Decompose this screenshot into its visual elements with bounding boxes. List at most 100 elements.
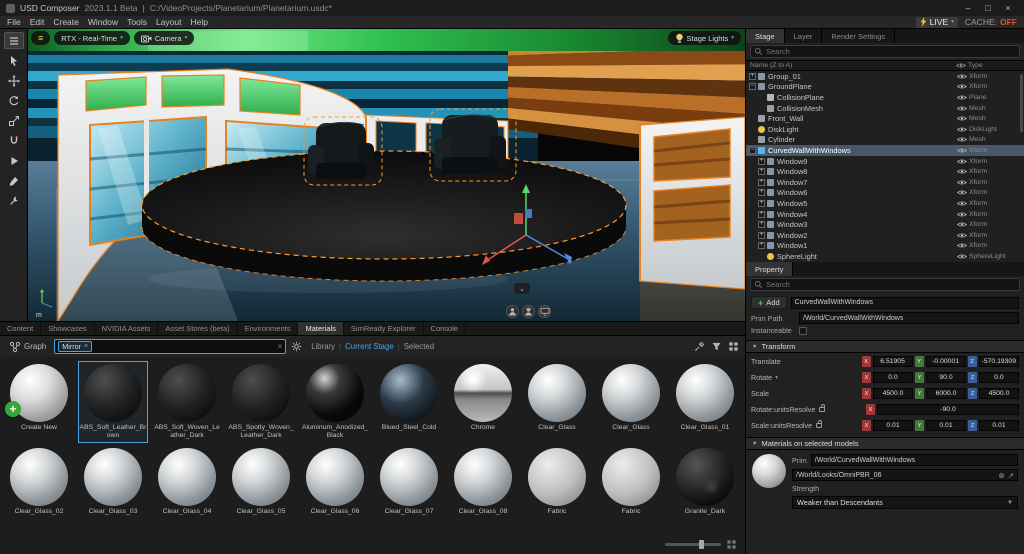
- material-card-fabric[interactable]: Fabric: [522, 445, 592, 527]
- material-card-clear-glass-02[interactable]: Clear_Glass_02: [4, 445, 74, 527]
- tab-asset-stores-beta[interactable]: Asset Stores (beta): [158, 322, 238, 335]
- material-card-fabric[interactable]: Fabric: [596, 445, 666, 527]
- axis-orientation-gizmo[interactable]: [34, 283, 58, 309]
- stage-platform[interactable]: [141, 150, 627, 282]
- goto-material-icon[interactable]: ↗: [1008, 471, 1014, 480]
- stage-lights-dropdown[interactable]: Stage Lights ▾: [667, 31, 741, 45]
- snap-tool-button[interactable]: [4, 132, 24, 149]
- menu-item-file[interactable]: File: [7, 17, 21, 27]
- search-tag-chip[interactable]: Mirror ×: [58, 341, 93, 352]
- value-field[interactable]: 90.0: [926, 372, 966, 383]
- prim-name-field[interactable]: CurvedWallWithWindows: [790, 296, 1019, 309]
- user-presence-button[interactable]: [506, 305, 519, 318]
- close-button[interactable]: ×: [998, 0, 1018, 16]
- clear-search-icon[interactable]: ×: [278, 342, 283, 351]
- eyedropper-icon[interactable]: [694, 341, 705, 352]
- scale-tool-button[interactable]: [4, 112, 24, 129]
- tree-row-groundplane[interactable]: − GroundPlane Xform: [746, 82, 1024, 93]
- tab-console[interactable]: Console: [424, 322, 467, 335]
- visibility-eye-icon[interactable]: [955, 83, 969, 90]
- maximize-button[interactable]: □: [978, 0, 998, 16]
- viewport[interactable]: ≡ RTX - Real-Time ▾ Camera ▾ Stage Light…: [28, 29, 745, 321]
- material-card-clear-glass-01[interactable]: Clear_Glass_01: [670, 361, 740, 443]
- tree-row-front-wall[interactable]: Front_Wall Mesh: [746, 113, 1024, 124]
- material-card-clear-glass[interactable]: Clear_Glass: [522, 361, 592, 443]
- tree-row-spherelight[interactable]: SphereLight SphereLight: [746, 251, 1024, 262]
- remove-tag-icon[interactable]: ×: [84, 343, 88, 350]
- voice-chat-button[interactable]: [522, 305, 535, 318]
- material-card-clear-glass-04[interactable]: Clear_Glass_04: [152, 445, 222, 527]
- slider-knob[interactable]: [699, 540, 704, 549]
- menu-tool-button[interactable]: [3, 32, 24, 49]
- graph-button[interactable]: Graph: [6, 341, 49, 353]
- move-tool-button[interactable]: [4, 72, 24, 89]
- value-field[interactable]: 0.0: [979, 372, 1019, 383]
- live-sync-button[interactable]: LIVE ▾: [915, 16, 958, 28]
- expander-icon[interactable]: +: [758, 242, 765, 250]
- rotate-order-dropdown-icon[interactable]: ▾: [775, 375, 778, 381]
- paint-tool-button[interactable]: [4, 172, 24, 189]
- visibility-eye-icon[interactable]: [955, 115, 969, 122]
- materials-search-field[interactable]: Mirror × ×: [54, 339, 287, 354]
- tree-row-collisionplane[interactable]: CollisionPlane Plane: [746, 92, 1024, 103]
- tab-stage[interactable]: Stage: [746, 29, 785, 43]
- expander-icon[interactable]: +: [758, 210, 765, 218]
- visibility-eye-icon[interactable]: [955, 200, 969, 207]
- tab-simready-explorer[interactable]: SimReady Explorer: [344, 322, 424, 335]
- tree-row-window9[interactable]: + Window9 Xform: [746, 156, 1024, 167]
- camera-dropdown[interactable]: Camera ▾: [133, 31, 195, 45]
- material-card-clear-glass-07[interactable]: Clear_Glass_07: [374, 445, 444, 527]
- renderer-dropdown[interactable]: RTX - Real-Time ▾: [54, 31, 130, 45]
- menu-item-layout[interactable]: Layout: [156, 17, 182, 27]
- property-search-input[interactable]: [766, 280, 1016, 289]
- material-card-clear-glass-08[interactable]: Clear_Glass_08: [448, 445, 518, 527]
- filter-link-library[interactable]: Library: [311, 342, 335, 351]
- tree-row-disklight[interactable]: DiskLight DiskLight: [746, 124, 1024, 135]
- visibility-eye-icon[interactable]: [955, 94, 969, 101]
- expander-icon[interactable]: +: [758, 221, 765, 229]
- visibility-eye-icon[interactable]: [955, 136, 969, 143]
- visibility-eye-icon[interactable]: [955, 73, 969, 80]
- expander-icon[interactable]: +: [758, 231, 765, 239]
- visibility-eye-icon[interactable]: [955, 179, 969, 186]
- viewport-3d-scene[interactable]: [28, 29, 745, 321]
- tab-nvidia-assets[interactable]: NVIDIA Assets: [95, 322, 159, 335]
- tree-row-window1[interactable]: + Window1 Xform: [746, 241, 1024, 252]
- thumbnail-size-slider[interactable]: [665, 540, 721, 549]
- value-field[interactable]: -0.00001: [925, 356, 966, 367]
- material-card-chrome[interactable]: Chrome: [448, 361, 518, 443]
- tree-row-cylinder[interactable]: Cylinder Mesh: [746, 135, 1024, 146]
- material-card-abs-soft-woven-leather-dark[interactable]: ABS_Soft_Woven_Leather_Dark: [152, 361, 222, 443]
- value-field[interactable]: 0.0: [873, 372, 913, 383]
- expander-icon[interactable]: +: [758, 168, 765, 176]
- viewport-collapse-chevron[interactable]: ⌄: [514, 283, 530, 294]
- visibility-eye-icon[interactable]: [955, 189, 969, 196]
- tab-property[interactable]: Property: [746, 262, 794, 276]
- tab-render-settings[interactable]: Render Settings: [822, 29, 896, 43]
- value-field[interactable]: 0.01: [873, 420, 913, 431]
- settings-gear-icon[interactable]: [291, 341, 302, 352]
- armchair-left[interactable]: [308, 121, 374, 179]
- tree-row-group-01[interactable]: + Group_01 Xform: [746, 71, 1024, 82]
- material-card-create-new[interactable]: + Create New: [4, 361, 74, 443]
- wrench-tool-button[interactable]: [4, 192, 24, 209]
- tab-showcases[interactable]: Showcases: [41, 322, 95, 335]
- tab-content[interactable]: Content: [0, 322, 42, 335]
- material-card-clear-glass-05[interactable]: Clear_Glass_05: [226, 445, 296, 527]
- grid-view-icon[interactable]: [728, 341, 739, 352]
- menu-item-create[interactable]: Create: [53, 17, 79, 27]
- visibility-eye-icon[interactable]: [955, 253, 969, 260]
- armchair-right[interactable]: [434, 114, 506, 174]
- transform-section-header[interactable]: ▼ Transform: [746, 340, 1024, 353]
- expander-icon[interactable]: +: [758, 199, 765, 207]
- expander-icon[interactable]: −: [749, 146, 756, 154]
- value-field[interactable]: 6.51905: [872, 356, 913, 367]
- filter-link-selected[interactable]: Selected: [404, 342, 434, 351]
- tree-row-window8[interactable]: + Window8 Xform: [746, 166, 1024, 177]
- material-path-field[interactable]: /World/Looks/OmniPBR_06 ⊗ ↗: [792, 469, 1018, 481]
- remove-material-icon[interactable]: ⊗: [998, 471, 1004, 480]
- visibility-eye-icon[interactable]: [955, 242, 969, 249]
- material-card-abs-spotty-woven-leather-dark[interactable]: ABS_Spotty_Woven_Leather_Dark: [226, 361, 296, 443]
- expander-icon[interactable]: +: [758, 178, 765, 186]
- value-field[interactable]: 6000.0: [926, 388, 966, 399]
